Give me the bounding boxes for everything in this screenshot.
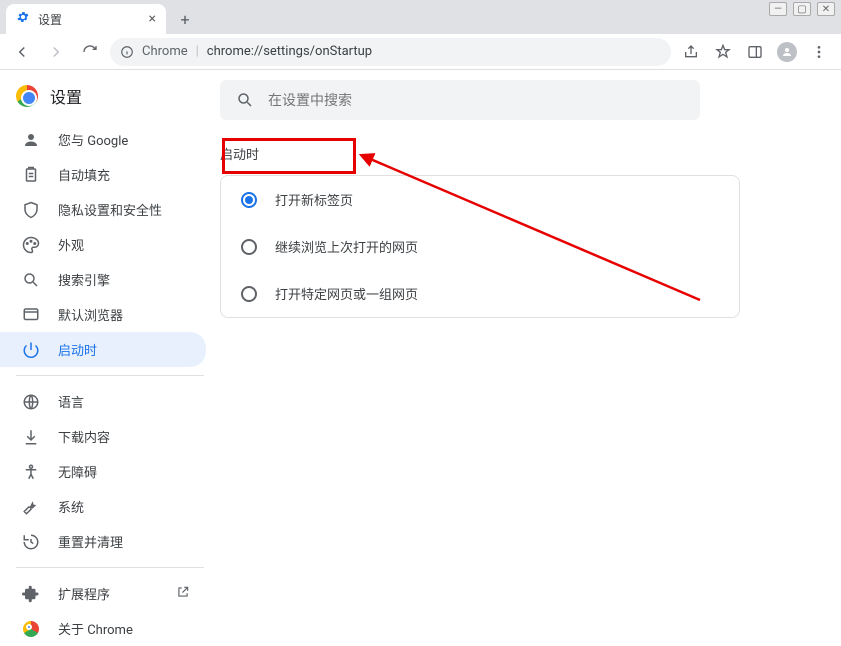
section-title: 启动时 (220, 144, 801, 163)
sidebar-title: 设置 (50, 84, 82, 108)
sidebar-item-label: 外观 (58, 235, 84, 254)
radio-icon (241, 239, 257, 255)
person-icon (22, 131, 40, 149)
back-button[interactable] (8, 38, 36, 66)
sidebar-item-label: 关于 Chrome (58, 619, 133, 638)
sidebar-item-label: 自动填充 (58, 165, 110, 184)
settings-sidebar: 设置 您与 Google 自动填充 隐私设置和安全性 外观 搜索引擎 默认浏览器 (0, 70, 220, 538)
sidebar-item-on-startup[interactable]: 启动时 (0, 332, 206, 367)
sidebar-item-label: 启动时 (58, 340, 97, 359)
option-new-tab[interactable]: 打开新标签页 (221, 176, 739, 223)
forward-button[interactable] (42, 38, 70, 66)
settings-search-input[interactable] (268, 92, 684, 108)
power-icon (22, 341, 40, 359)
palette-icon (22, 236, 40, 254)
divider (16, 375, 204, 376)
tab-strip: 设置 × + (0, 0, 841, 34)
browser-icon (22, 306, 40, 324)
close-tab-button[interactable]: × (149, 11, 156, 27)
sidebar-item-label: 您与 Google (58, 130, 128, 149)
info-icon (120, 45, 134, 59)
sidebar-item-reset[interactable]: 重置并清理 (0, 524, 206, 559)
startup-options-card: 打开新标签页 继续浏览上次打开的网页 打开特定网页或一组网页 (220, 175, 740, 318)
radio-icon (241, 286, 257, 302)
browser-tab-settings[interactable]: 设置 × (6, 4, 166, 34)
option-label: 打开新标签页 (275, 190, 353, 209)
sidebar-item-label: 隐私设置和安全性 (58, 200, 162, 219)
divider (16, 567, 204, 568)
maximize-button[interactable]: ▢ (793, 2, 811, 16)
sidebar-item-default-browser[interactable]: 默认浏览器 (0, 297, 206, 332)
side-panel-button[interactable] (741, 38, 769, 66)
url-path: chrome://settings/onStartup (207, 44, 661, 59)
new-tab-button[interactable]: + (172, 6, 198, 32)
sidebar-item-label: 默认浏览器 (58, 305, 123, 324)
accessibility-icon (22, 463, 40, 481)
sidebar-item-you-google[interactable]: 您与 Google (0, 122, 206, 157)
search-icon (22, 271, 40, 289)
content-area: 设置 您与 Google 自动填充 隐私设置和安全性 外观 搜索引擎 默认浏览器 (0, 70, 841, 538)
gear-icon (16, 10, 30, 28)
option-label: 继续浏览上次打开的网页 (275, 237, 418, 256)
sidebar-item-label: 语言 (58, 392, 84, 411)
share-icon[interactable] (677, 38, 705, 66)
clipboard-icon (22, 166, 40, 184)
sidebar-item-autofill[interactable]: 自动填充 (0, 157, 206, 192)
chrome-small-icon (22, 620, 40, 638)
avatar-icon (777, 42, 797, 62)
search-icon (236, 91, 254, 109)
option-continue[interactable]: 继续浏览上次打开的网页 (221, 223, 739, 270)
sidebar-item-label: 重置并清理 (58, 532, 123, 551)
address-bar[interactable]: Chrome | chrome://settings/onStartup (110, 38, 671, 66)
settings-search[interactable] (220, 80, 700, 120)
sidebar-item-label: 扩展程序 (58, 584, 110, 603)
sidebar-item-accessibility[interactable]: 无障碍 (0, 454, 206, 489)
sidebar-header: 设置 (0, 80, 220, 122)
restore-icon (22, 533, 40, 551)
bookmark-button[interactable] (709, 38, 737, 66)
window-controls: — ▢ ✕ (763, 0, 841, 18)
option-label: 打开特定网页或一组网页 (275, 284, 418, 303)
external-link-icon (176, 585, 190, 603)
shield-icon (22, 201, 40, 219)
option-specific[interactable]: 打开特定网页或一组网页 (221, 270, 739, 317)
settings-main: 启动时 打开新标签页 继续浏览上次打开的网页 打开特定网页或一组网页 (220, 70, 841, 538)
wrench-icon (22, 498, 40, 516)
profile-button[interactable] (773, 38, 801, 66)
menu-button[interactable] (805, 38, 833, 66)
sidebar-item-label: 搜索引擎 (58, 270, 110, 289)
sidebar-item-label: 系统 (58, 497, 84, 516)
sidebar-item-label: 无障碍 (58, 462, 97, 481)
radio-icon (241, 192, 257, 208)
browser-toolbar: Chrome | chrome://settings/onStartup (0, 34, 841, 70)
sidebar-item-system[interactable]: 系统 (0, 489, 206, 524)
sidebar-item-downloads[interactable]: 下载内容 (0, 419, 206, 454)
minimize-button[interactable]: — (769, 2, 787, 16)
globe-icon (22, 393, 40, 411)
download-icon (22, 428, 40, 446)
url-separator: | (196, 44, 199, 59)
sidebar-item-appearance[interactable]: 外观 (0, 227, 206, 262)
sidebar-item-label: 下载内容 (58, 427, 110, 446)
close-window-button[interactable]: ✕ (817, 2, 835, 16)
sidebar-item-languages[interactable]: 语言 (0, 384, 206, 419)
sidebar-item-about[interactable]: 关于 Chrome (0, 611, 206, 646)
sidebar-item-privacy[interactable]: 隐私设置和安全性 (0, 192, 206, 227)
reload-button[interactable] (76, 38, 104, 66)
extension-icon (22, 585, 40, 603)
chrome-logo-icon (16, 85, 38, 107)
sidebar-item-search-engine[interactable]: 搜索引擎 (0, 262, 206, 297)
tab-title: 设置 (38, 11, 141, 28)
sidebar-item-extensions[interactable]: 扩展程序 (0, 576, 206, 611)
url-prefix: Chrome (142, 44, 188, 59)
